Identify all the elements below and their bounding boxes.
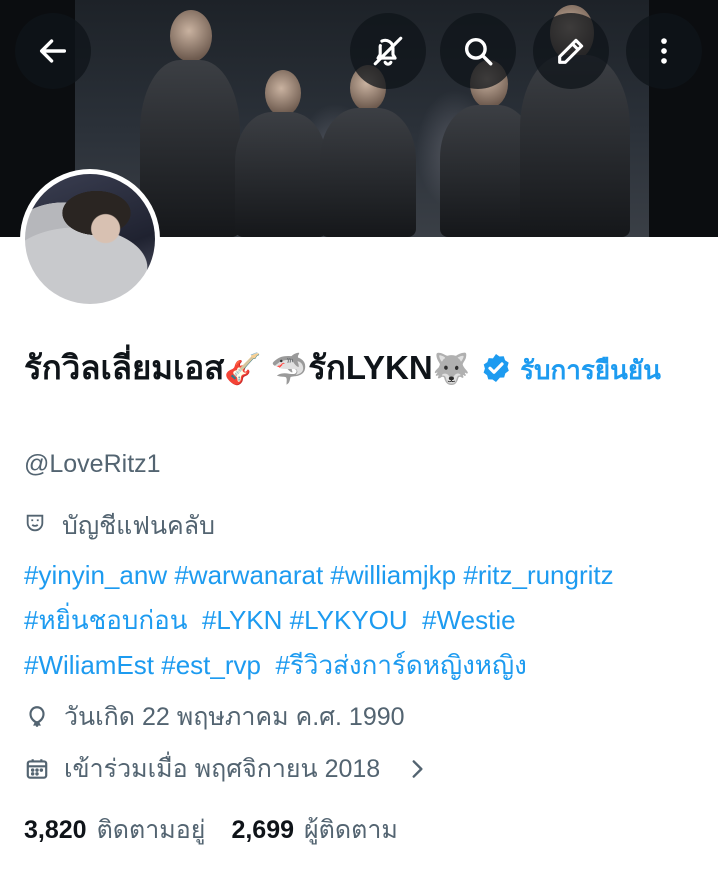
hashtag-link[interactable]: #LYKYOU xyxy=(290,605,408,635)
hashtag-link[interactable]: #ritz_rungritz xyxy=(463,560,613,590)
balloon-icon xyxy=(29,706,45,727)
hashtag-link[interactable]: #WiliamEst xyxy=(24,650,154,680)
wolf-emoji: 🐺 xyxy=(432,352,471,387)
following-count: 3,820 xyxy=(24,816,87,844)
pencil-icon xyxy=(558,38,584,64)
hashtag-link[interactable]: #Westie xyxy=(422,605,515,635)
birthday-text: วันเกิด 22 พฤษภาคม ค.ศ. 1990 xyxy=(64,703,405,731)
hashtag-link[interactable]: #หยิ่นชอบก่อน xyxy=(24,605,188,635)
arrow-left-icon xyxy=(39,39,67,63)
display-name-block: รักวิลเลี่ยมเอส🎸 🦈รักLYKN🐺 รับการยืนยัน xyxy=(24,344,704,394)
account-category: บัญชีแฟนคลับ xyxy=(24,506,215,546)
display-name: รักวิลเลี่ยมเอส🎸 🦈รักLYKN🐺 xyxy=(24,349,471,387)
following-label: ติดตามอยู่ xyxy=(96,816,206,844)
search-icon xyxy=(464,37,493,66)
display-name-text-2: รักLYKN xyxy=(308,349,433,386)
followers-label: ผู้ติดตาม xyxy=(304,816,398,844)
edit-button[interactable] xyxy=(533,13,609,89)
shark-emoji: 🦈 xyxy=(270,352,309,387)
user-handle: @LoveRitz1 xyxy=(24,450,161,478)
bell-off-icon xyxy=(373,36,403,66)
joined-row[interactable]: เข้าร่วมเมื่อ พฤศจิกายน 2018 xyxy=(24,749,430,789)
bio-line: #WiliamEst #est_rvp #รีวิวส่งการ์ดหญิงหญ… xyxy=(24,643,704,688)
bio: #yinyin_anw #warwanarat #williamjkp #rit… xyxy=(24,553,704,688)
display-name-text: รักวิลเลี่ยมเอส xyxy=(24,349,225,386)
guitar-emoji: 🎸 xyxy=(224,352,262,387)
calendar-icon xyxy=(26,759,48,779)
verified-badge-icon[interactable] xyxy=(480,352,512,384)
bio-line: #yinyin_anw #warwanarat #williamjkp #rit… xyxy=(24,553,704,598)
hashtag-link[interactable]: #williamjkp xyxy=(330,560,456,590)
search-button[interactable] xyxy=(440,13,516,89)
hashtag-link[interactable]: #yinyin_anw xyxy=(24,560,167,590)
bio-line: #หยิ่นชอบก่อน #LYKN #LYKYOU #Westie xyxy=(24,598,704,643)
avatar-image xyxy=(25,174,155,304)
avatar[interactable] xyxy=(20,169,160,309)
joined-text: เข้าร่วมเมื่อ พฤศจิกายน 2018 xyxy=(64,755,381,783)
hashtag-link[interactable]: #LYKN xyxy=(202,605,282,635)
birthday-row: วันเกิด 22 พฤษภาคม ค.ศ. 1990 xyxy=(24,697,405,737)
hashtag-link[interactable]: #warwanarat xyxy=(174,560,323,590)
followers-link[interactable]: 2,699 ผู้ติดตาม xyxy=(231,810,397,850)
follow-stats: 3,820 ติดตามอยู่ 2,699 ผู้ติดตาม xyxy=(24,810,398,850)
back-button[interactable] xyxy=(15,13,91,89)
more-vertical-icon xyxy=(661,38,667,64)
following-link[interactable]: 3,820 ติดตามอยู่ xyxy=(24,810,205,850)
hashtag-link[interactable]: #est_rvp xyxy=(161,650,261,680)
chevron-right-icon xyxy=(412,760,423,778)
get-verified-link[interactable]: รับการยืนยัน xyxy=(520,355,661,385)
followers-count: 2,699 xyxy=(231,816,295,844)
theater-mask-icon xyxy=(24,512,46,540)
hashtag-link[interactable]: #รีวิวส่งการ์ดหญิงหญิง xyxy=(275,650,526,680)
more-options-button[interactable] xyxy=(626,13,702,89)
account-category-label: บัญชีแฟนคลับ xyxy=(62,512,215,540)
notifications-button[interactable] xyxy=(350,13,426,89)
